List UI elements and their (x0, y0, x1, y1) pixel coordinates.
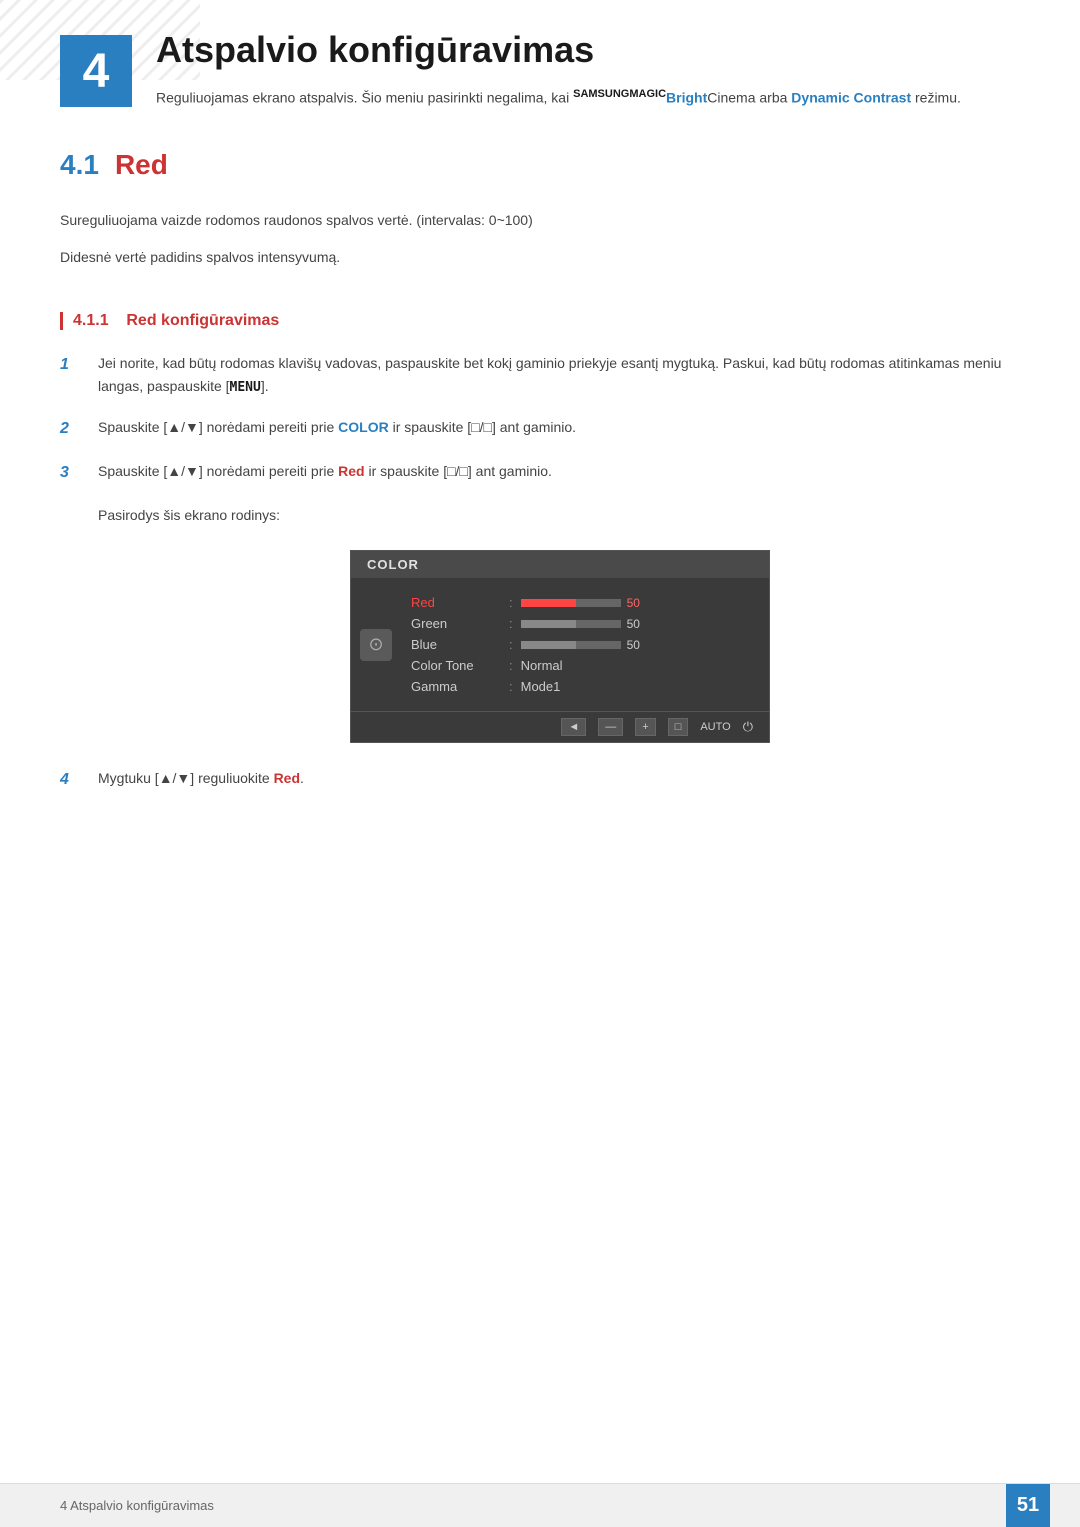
step-3: 3 Spauskite [▲/▼] norėdami pereiti prie … (60, 460, 1020, 486)
step-3-indent: Pasirodys šis ekrano rodinys: (98, 504, 1020, 526)
footer-right: 51 (1006, 1484, 1050, 1527)
blue-bar-fill (521, 641, 576, 649)
red-bar-area: 50 (521, 596, 647, 610)
chapter-desc-part2: arba (755, 89, 791, 105)
section-name: Red (115, 149, 168, 181)
chapter-number: 4 (60, 35, 132, 107)
green-sep: : (509, 616, 513, 631)
red-value: 50 (627, 596, 647, 610)
step-2-number: 2 (60, 416, 90, 442)
steps-container: 1 Jei norite, kad būtų rodomas klavišų v… (0, 352, 1080, 792)
menu-item-green: Green : 50 (401, 613, 769, 634)
gamma-value: Mode1 (521, 679, 561, 694)
bright-link: Bright (666, 89, 707, 105)
menu-btn-enter: □ (668, 718, 689, 736)
menu-bottom-bar: ◄ — + □ AUTO ⏻ (351, 711, 769, 742)
subsection-number: 4.1.1 (73, 312, 109, 329)
menu-item-red: Red : 50 (401, 592, 769, 613)
color-tone-sep: : (509, 658, 513, 673)
dynamic-contrast-link: Dynamic Contrast (791, 89, 911, 105)
step-1: 1 Jei norite, kad būtų rodomas klavišų v… (60, 352, 1020, 398)
menu-code: MENU (230, 380, 261, 395)
chapter-description: Reguliuojamas ekrano atspalvis. Šio meni… (156, 86, 1020, 109)
brand-samsung: SAMSUNG (573, 88, 629, 100)
menu-btn-auto: AUTO (700, 721, 730, 733)
red-item-name: Red (411, 595, 501, 610)
blue-bar-area: 50 (521, 638, 647, 652)
chapter-desc-part1: Reguliuojamas ekrano atspalvis. Šio meni… (156, 89, 573, 105)
step-2-text: Spauskite [▲/▼] norėdami pereiti prie CO… (98, 416, 1020, 438)
gamma-sep: : (509, 679, 513, 694)
subsection-title: 4.1.1 Red konfigūravimas (60, 312, 1020, 330)
step-4-text: Mygtuku [▲/▼] reguliuokite Red. (98, 767, 1020, 789)
menu-item-gamma: Gamma : Mode1 (401, 676, 769, 697)
section-4-1: 4.1 Red Sureguliuojama vaizde rodomos ra… (0, 109, 1080, 271)
step-3-text: Spauskite [▲/▼] norėdami pereiti prie Re… (98, 460, 1020, 482)
gamma-item-name: Gamma (411, 679, 501, 694)
blue-value: 50 (627, 638, 647, 652)
green-bar-area: 50 (521, 617, 647, 631)
menu-btn-minus: — (598, 718, 623, 736)
color-tone-value: Normal (521, 658, 563, 673)
green-bar-bg (521, 620, 621, 628)
blue-sep: : (509, 637, 513, 652)
color-link: COLOR (338, 419, 389, 435)
screenshot-wrapper: COLOR ⊙ Red : 50 (100, 550, 1020, 743)
menu-items-col: Red : 50 Green : (401, 588, 769, 701)
chapter-title-block: Atspalvio konfigūravimas Reguliuojamas e… (156, 30, 1020, 109)
color-menu-header: COLOR (351, 551, 769, 578)
green-item-name: Green (411, 616, 501, 631)
green-bar-fill (521, 620, 576, 628)
menu-item-color-tone: Color Tone : Normal (401, 655, 769, 676)
step-2: 2 Spauskite [▲/▼] norėdami pereiti prie … (60, 416, 1020, 442)
chapter-header: 4 Atspalvio konfigūravimas Reguliuojamas… (0, 0, 1080, 109)
section-number: 4.1 (60, 149, 99, 181)
blue-bar-bg (521, 641, 621, 649)
red-bar-bg (521, 599, 621, 607)
blue-item-name: Blue (411, 637, 501, 652)
color-menu-icon: ⊙ (360, 629, 392, 661)
menu-btn-left: ◄ (561, 718, 586, 736)
color-tone-item-name: Color Tone (411, 658, 501, 673)
chapter-title: Atspalvio konfigūravimas (156, 30, 1020, 70)
chapter-desc-part3: režimu. (911, 89, 961, 105)
step-4: 4 Mygtuku [▲/▼] reguliuokite Red. (60, 767, 1020, 793)
footer-page-number: 51 (1006, 1484, 1050, 1527)
section-desc-2: Didesnė vertė padidins spalvos intensyvu… (60, 246, 1020, 270)
color-menu: COLOR ⊙ Red : 50 (350, 550, 770, 743)
step-4-number: 4 (60, 767, 90, 793)
step-1-text: Jei norite, kad būtų rodomas klavišų vad… (98, 352, 1020, 398)
red-link-step3: Red (338, 463, 364, 479)
subsection-4-1-1: 4.1.1 Red konfigūravimas (0, 284, 1080, 330)
red-sep: : (509, 595, 513, 610)
page-footer: 4 Atspalvio konfigūravimas 51 (0, 1483, 1080, 1527)
footer-chapter-text: 4 Atspalvio konfigūravimas (30, 1498, 1006, 1513)
menu-item-blue: Blue : 50 (401, 634, 769, 655)
green-value: 50 (627, 617, 647, 631)
menu-icon-col: ⊙ (351, 588, 401, 701)
color-menu-content: ⊙ Red : 50 (351, 578, 769, 711)
step-3-number: 3 (60, 460, 90, 486)
red-bar-fill (521, 599, 576, 607)
menu-btn-plus: + (635, 718, 655, 736)
step-1-number: 1 (60, 352, 90, 378)
brand-magic: MAGIC (629, 88, 666, 100)
section-title: 4.1 Red (60, 149, 1020, 181)
section-desc-1: Sureguliuojama vaizde rodomos raudonos s… (60, 209, 1020, 233)
section-body: Sureguliuojama vaizde rodomos raudonos s… (60, 209, 1020, 271)
chapter-desc-part2a: Cinema (707, 89, 755, 105)
menu-btn-power: ⏻ (743, 719, 753, 735)
red-link-step4: Red (274, 770, 300, 786)
subsection-name: Red konfigūravimas (126, 312, 279, 329)
